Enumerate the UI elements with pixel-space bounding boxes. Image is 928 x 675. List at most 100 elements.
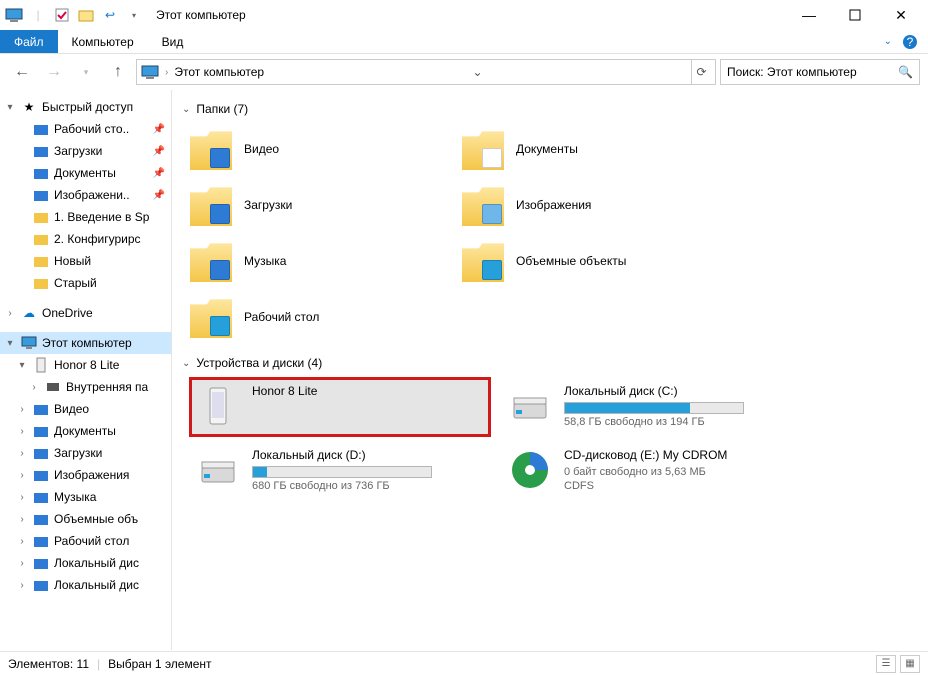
help-icon[interactable]: ?	[902, 34, 918, 50]
folder-icon	[32, 274, 50, 292]
pin-icon: 📌	[153, 190, 171, 201]
folder-icon	[32, 466, 50, 484]
forward-button[interactable]: →	[40, 58, 68, 86]
folder-icon	[32, 400, 50, 418]
qat-divider: |	[28, 5, 48, 25]
pin-icon: 📌	[153, 168, 171, 179]
folder-icon	[32, 510, 50, 528]
sidebar-onedrive[interactable]: ›☁OneDrive	[0, 302, 171, 324]
sidebar-quick-item[interactable]: Изображени..📌	[0, 184, 171, 206]
refresh-button[interactable]: ⟳	[691, 60, 711, 84]
view-details-button[interactable]: ☰	[876, 655, 896, 673]
folder-icon	[190, 184, 232, 226]
computer-icon	[20, 334, 38, 352]
tab-view[interactable]: Вид	[148, 30, 198, 53]
address-computer-icon	[141, 64, 159, 80]
folder-Видео[interactable]: Видео	[190, 124, 450, 174]
folder-Музыка[interactable]: Музыка	[190, 236, 450, 286]
sidebar-quick-item[interactable]: Рабочий сто..📌	[0, 118, 171, 140]
sidebar-quick-item[interactable]: Документы📌	[0, 162, 171, 184]
view-icons-button[interactable]: ▦	[900, 655, 920, 673]
sidebar-this-pc[interactable]: ▾Этот компьютер	[0, 332, 171, 354]
device-Локальный диск (C:)[interactable]: Локальный диск (C:)58,8 ГБ свободно из 1…	[502, 378, 802, 436]
search-input[interactable]: Поиск: Этот компьютер 🔍	[720, 59, 920, 85]
device-label: Honor 8 Lite	[252, 384, 317, 398]
device-Honor 8 Lite[interactable]: Honor 8 Lite	[190, 378, 490, 436]
folder-icon	[32, 142, 50, 160]
sidebar-pc-child[interactable]: ›Объемные объ	[0, 508, 171, 530]
folder-label: Музыка	[244, 254, 286, 268]
search-icon[interactable]: 🔍	[898, 65, 913, 79]
sidebar-pc-child[interactable]: ›Загрузки	[0, 442, 171, 464]
device-icon	[508, 384, 552, 428]
minimize-button[interactable]: —	[786, 0, 832, 30]
chevron-down-icon: ⌄	[182, 104, 190, 115]
recent-dropdown[interactable]: ▾	[72, 58, 100, 86]
sidebar-quick-item[interactable]: 1. Введение в Sp	[0, 206, 171, 228]
folder-icon	[32, 444, 50, 462]
folder-label: Изображения	[516, 198, 591, 212]
search-placeholder: Поиск: Этот компьютер	[727, 65, 857, 79]
sidebar-honor[interactable]: ▾Honor 8 Lite	[0, 354, 171, 376]
close-button[interactable]: ✕	[878, 0, 924, 30]
folder-icon	[32, 554, 50, 572]
pin-icon: 📌	[153, 146, 171, 157]
address-dropdown-icon[interactable]: ⌄	[470, 65, 486, 79]
computer-icon	[4, 5, 24, 25]
folder-label: Загрузки	[244, 198, 292, 212]
sidebar-pc-child[interactable]: ›Изображения	[0, 464, 171, 486]
folder-icon	[32, 532, 50, 550]
folder-Документы[interactable]: Документы	[462, 124, 722, 174]
sidebar-quick-item[interactable]: Старый	[0, 272, 171, 294]
sidebar-internal-storage[interactable]: ›Внутренняя па	[0, 376, 171, 398]
sidebar-pc-child[interactable]: ›Документы	[0, 420, 171, 442]
group-folders[interactable]: ⌄Папки (7)	[182, 102, 918, 116]
folder-Рабочий стол[interactable]: Рабочий стол	[190, 292, 450, 342]
folder-icon	[190, 128, 232, 170]
address-chevron-icon[interactable]: ›	[165, 67, 168, 78]
folder-label: Рабочий стол	[244, 310, 319, 324]
storage-bar	[252, 466, 432, 478]
address-bar[interactable]: › Этот компьютер ⌄ ⟳	[136, 59, 716, 85]
sidebar-quick-item[interactable]: 2. Конфигурирс	[0, 228, 171, 250]
device-Локальный диск (D:)[interactable]: Локальный диск (D:)680 ГБ свободно из 73…	[190, 442, 490, 500]
ribbon-expand-icon[interactable]: ⌄	[884, 36, 892, 47]
content-pane: ⌄Папки (7) ВидеоДокументы Загрузки Изображ…	[172, 90, 928, 650]
address-text[interactable]: Этот компьютер	[174, 65, 264, 79]
folder-icon	[32, 164, 50, 182]
window-title: Этот компьютер	[156, 8, 246, 22]
device-sub2: CDFS	[564, 480, 727, 492]
sidebar-pc-child[interactable]: ›Видео	[0, 398, 171, 420]
chevron-down-icon: ⌄	[182, 358, 190, 369]
storage-bar	[564, 402, 744, 414]
device-CD-дисковод (E:) My CDROM[interactable]: CD-дисковод (E:) My CDROM0 байт свободно…	[502, 442, 802, 500]
maximize-button[interactable]	[832, 0, 878, 30]
up-button[interactable]: ↑	[104, 58, 132, 86]
folder-Объемные объекты[interactable]: Объемные объекты	[462, 236, 722, 286]
folder-icon	[32, 488, 50, 506]
sidebar-quick-item[interactable]: Новый	[0, 250, 171, 272]
group-devices[interactable]: ⌄Устройства и диски (4)	[182, 356, 918, 370]
folder-Изображения[interactable]: Изображения	[462, 180, 722, 230]
folder-qat-icon[interactable]	[76, 5, 96, 25]
device-icon	[196, 384, 240, 428]
status-selection: Выбран 1 элемент	[108, 657, 211, 671]
tab-file[interactable]: Файл	[0, 30, 58, 53]
back-button[interactable]: ←	[8, 58, 36, 86]
sidebar-quick-item[interactable]: Загрузки📌	[0, 140, 171, 162]
folder-icon	[32, 120, 50, 138]
sidebar-pc-child[interactable]: ›Музыка	[0, 486, 171, 508]
checkbox-icon[interactable]	[52, 5, 72, 25]
sidebar-quick-access[interactable]: ▾★Быстрый доступ	[0, 96, 171, 118]
sidebar-pc-child[interactable]: ›Локальный дис	[0, 574, 171, 596]
undo-icon[interactable]: ↩	[100, 5, 120, 25]
sidebar-pc-child[interactable]: ›Рабочий стол	[0, 530, 171, 552]
folder-icon	[190, 296, 232, 338]
folder-Загрузки[interactable]: Загрузки	[190, 180, 450, 230]
tab-computer[interactable]: Компьютер	[58, 30, 148, 53]
device-sub: 0 байт свободно из 5,63 МБ	[564, 466, 727, 478]
folder-label: Объемные объекты	[516, 254, 626, 268]
sidebar-pc-child[interactable]: ›Локальный дис	[0, 552, 171, 574]
qat-dropdown-icon[interactable]: ▾	[124, 5, 144, 25]
device-label: Локальный диск (D:)	[252, 448, 432, 462]
